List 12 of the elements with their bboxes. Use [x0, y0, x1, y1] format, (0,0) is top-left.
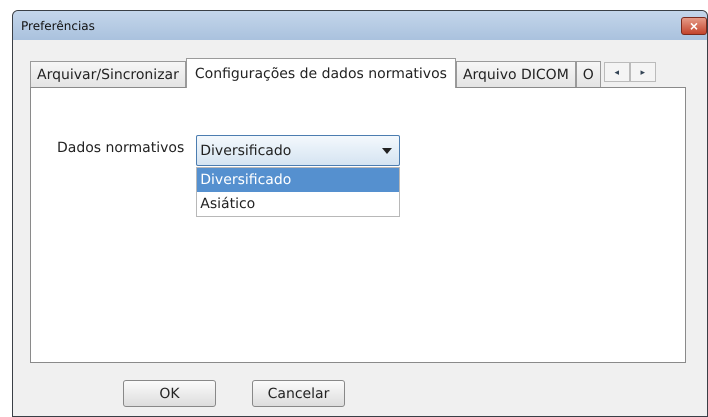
- dialog-button[interactable]: OK: [123, 380, 216, 407]
- caret-icon: [382, 148, 392, 154]
- dialog-button[interactable]: Cancelar: [252, 380, 345, 407]
- tab-scroll-button[interactable]: ▸: [630, 62, 656, 82]
- tab-scroll-button[interactable]: ◂: [604, 62, 630, 82]
- window-title: Preferências: [21, 18, 95, 32]
- dropdown[interactable]: Diversificado: [196, 135, 400, 166]
- tab[interactable]: Arquivo DICOM: [456, 61, 576, 87]
- tab[interactable]: Arquivar/Sincronizar: [30, 61, 186, 87]
- field-label: Dados normativos: [57, 140, 184, 156]
- tab[interactable]: Configurações de dados normativos: [186, 58, 456, 88]
- tab[interactable]: O: [576, 61, 601, 87]
